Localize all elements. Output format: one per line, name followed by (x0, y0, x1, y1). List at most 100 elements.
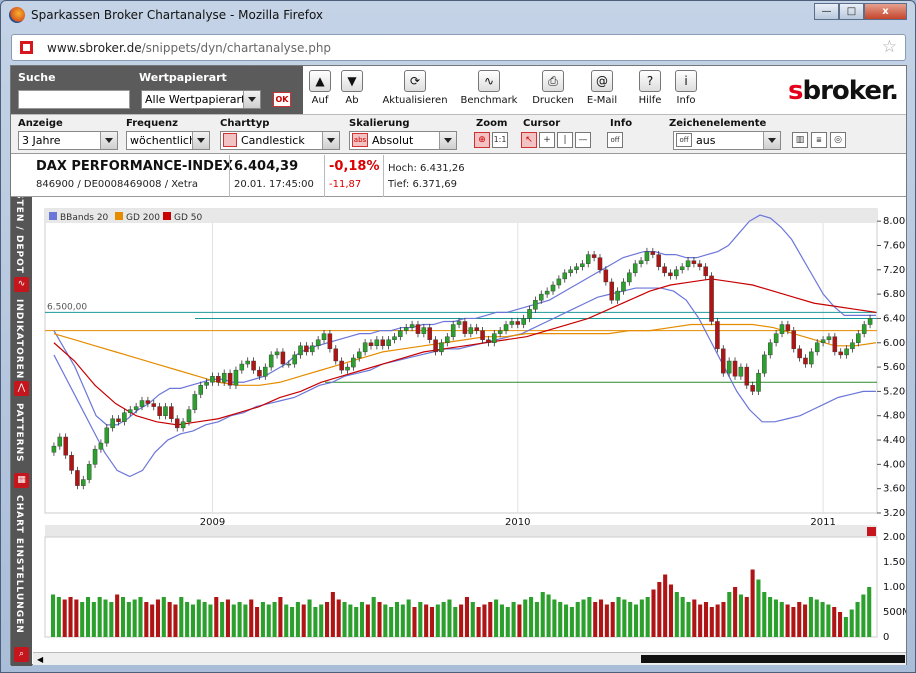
candle-body (116, 419, 120, 422)
cursor-pointer-icon[interactable]: ↖ (521, 132, 537, 148)
volume-bar (267, 605, 271, 638)
volume-tick-label: 2.000M (883, 532, 906, 543)
frequenz-select[interactable]: wöchentlich (126, 131, 210, 150)
zoom-in-icon[interactable]: ⊕ (474, 132, 490, 148)
skalierung-select[interactable]: abs Absolut (349, 131, 457, 150)
main-toolbar: Suche Wertpapierart Alle Wertpapierarten… (11, 66, 906, 114)
charttyp-label: Charttyp (220, 118, 269, 129)
candle-body (193, 394, 197, 409)
crosshair-icon[interactable]: + (539, 132, 555, 148)
volume-bar (535, 602, 539, 637)
y-tick-label: 4.400 (883, 435, 906, 446)
volume-bar (523, 600, 527, 638)
volume-bar (675, 592, 679, 637)
auf-button[interactable]: ▲ Auf (308, 70, 332, 106)
zoom-label: Zoom (476, 118, 507, 129)
horizontal-line-icon[interactable]: — (575, 132, 591, 148)
volume-bar (552, 600, 556, 638)
candle-body (169, 407, 173, 419)
arrow-down-icon: ▼ (341, 70, 363, 92)
info-toggle[interactable]: off (607, 132, 623, 148)
candle-body (745, 367, 749, 385)
news-icon[interactable]: ≣ (811, 132, 827, 148)
volume-bar (354, 607, 358, 637)
ok-button[interactable]: OK (273, 92, 291, 107)
maximize-button[interactable]: □ (839, 3, 864, 20)
volume-bar (80, 602, 84, 637)
address-bar[interactable]: www.sbroker.de/snippets/dyn/chartanalyse… (11, 34, 906, 61)
volume-bar (366, 605, 370, 638)
zeichen-value: aus (696, 134, 715, 147)
volume-bar (838, 612, 842, 637)
charttyp-select[interactable]: Candlestick (220, 131, 340, 150)
volume-bar (512, 602, 516, 637)
volume-bar (564, 605, 568, 638)
chart-scrollbar[interactable]: ◀ (33, 652, 906, 665)
y-tick-label: 4.000 (883, 459, 906, 470)
url-text[interactable]: www.sbroker.de/snippets/dyn/chartanalyse… (47, 41, 331, 55)
volume-bar (774, 600, 778, 638)
info-button[interactable]: i Info (673, 70, 699, 106)
candle-body (158, 407, 162, 416)
zoom-reset-button[interactable]: 1:1 (492, 132, 508, 148)
settings-icon[interactable]: ◎ (830, 132, 846, 148)
chart-area[interactable]: BBands 20GD 200GD 508.0007.6007.2006.800… (33, 197, 906, 652)
anzeige-select[interactable]: 3 Jahre (18, 131, 118, 150)
benchmark-button[interactable]: ∿ Benchmark (459, 70, 519, 106)
candle-body (316, 340, 320, 346)
ab-button[interactable]: ▼ Ab (340, 70, 364, 106)
candle-body (762, 355, 766, 373)
price-chart[interactable]: BBands 20GD 200GD 508.0007.6007.2006.800… (33, 197, 906, 652)
candle-body (469, 328, 473, 334)
minimize-button[interactable]: — (814, 3, 839, 20)
candle-body (298, 346, 302, 355)
scrollbar-thumb[interactable] (641, 655, 905, 663)
candle-body (463, 321, 467, 333)
anzeige-label: Anzeige (18, 118, 63, 129)
window-titlebar[interactable]: Sparkassen Broker Chartanalyse - Mozilla… (1, 1, 915, 29)
last-price: 6.404,39 (234, 159, 298, 174)
candle-body (692, 261, 696, 264)
info-label: Info (673, 95, 699, 106)
drucken-button[interactable]: ⎙ Drucken (531, 70, 575, 106)
close-button[interactable]: x (864, 3, 907, 20)
volume-bar (477, 607, 481, 637)
printer-icon: ⎙ (542, 70, 564, 92)
volume-bar (762, 592, 766, 637)
candle-body (727, 361, 731, 373)
email-button[interactable]: @ E-Mail (584, 70, 620, 106)
auf-label: Auf (308, 95, 332, 106)
search-input[interactable] (18, 90, 130, 109)
chart-settings-bar: Anzeige 3 Jahre Frequenz wöchentlich Cha… (11, 114, 906, 154)
sbroker-logo[interactable]: sbroker. (788, 76, 898, 106)
candle-body (322, 334, 326, 340)
refresh-icon: ⟳ (404, 70, 426, 92)
candle-body (663, 267, 667, 273)
zeichen-select[interactable]: off aus (673, 131, 781, 150)
volume-bar (780, 602, 784, 637)
aktualisieren-button[interactable]: ⟳ Aktualisieren (382, 70, 448, 106)
wptype-select[interactable]: Alle Wertpapierarten (141, 90, 261, 109)
volume-bar (547, 595, 551, 638)
volume-bar (494, 600, 498, 638)
scroll-left-icon[interactable]: ◀ (37, 655, 43, 664)
volume-tick-label: 1.000M (883, 582, 906, 593)
wptype-label: Wertpapierart (139, 71, 227, 84)
sidebar: ▤ LISTEN / DEPOT ∿ INDIKATOREN ⋀ PATTERN… (11, 155, 32, 666)
candle-body (381, 340, 385, 346)
bookmark-star-icon[interactable]: ☆ (882, 37, 897, 57)
candle-body (574, 267, 578, 270)
volume-bar (342, 602, 346, 637)
candle-body (228, 373, 232, 385)
bar-chart-icon[interactable]: ▥ (792, 132, 808, 148)
charttyp-value: Candlestick (241, 134, 305, 147)
volume-bar (150, 605, 154, 638)
candle-body (234, 370, 238, 385)
candle-body (199, 385, 203, 394)
hilfe-button[interactable]: ? Hilfe (637, 70, 663, 106)
vertical-line-icon[interactable]: | (557, 132, 573, 148)
volume-bar (791, 607, 795, 637)
candle-body (809, 352, 813, 364)
y-tick-label: 5.600 (883, 362, 906, 373)
candle-body (774, 334, 778, 343)
